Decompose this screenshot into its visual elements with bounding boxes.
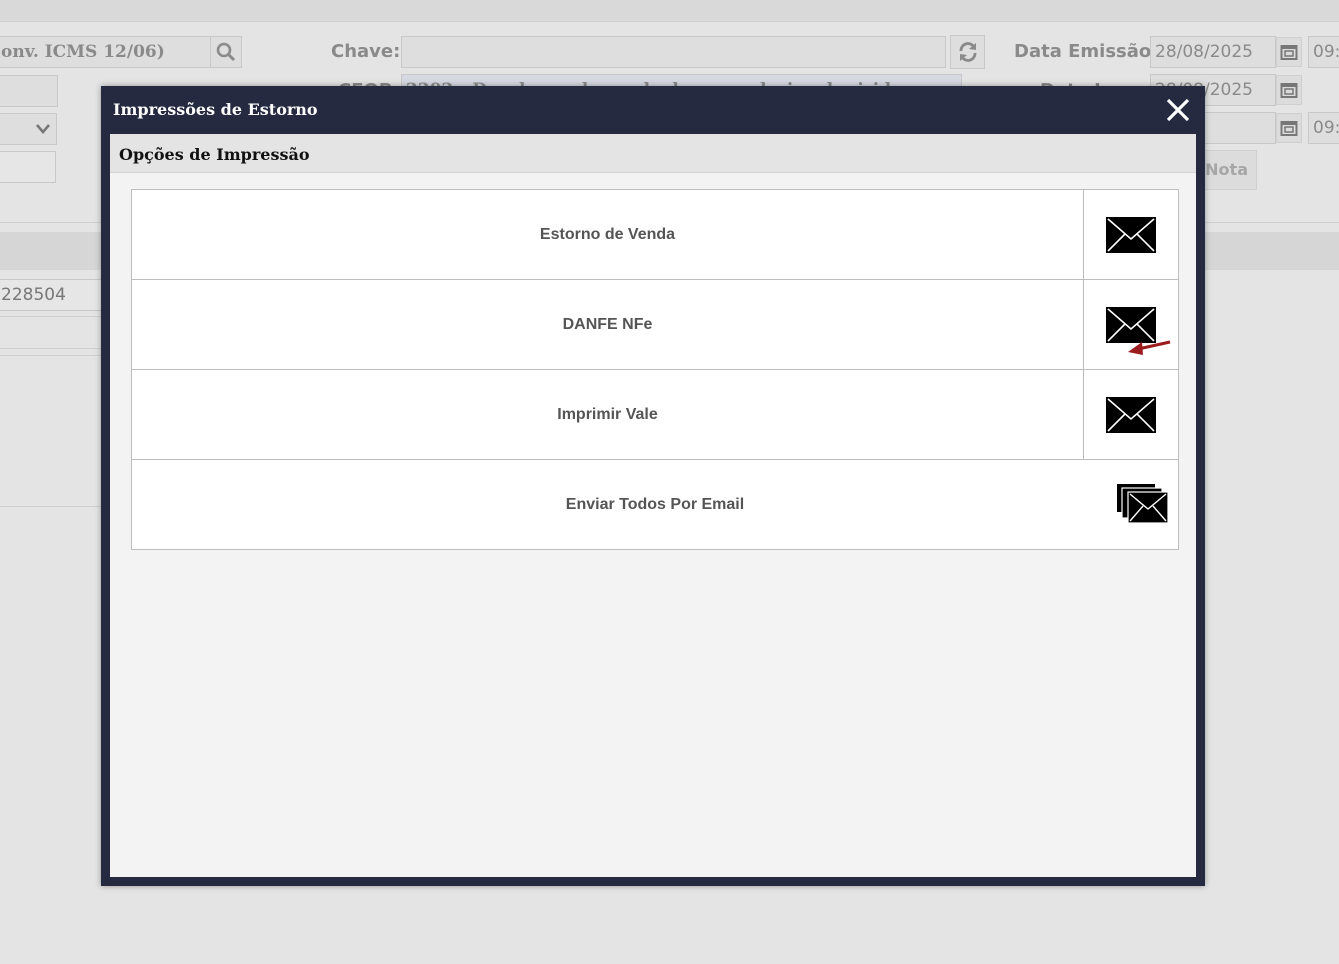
data-emissao-input[interactable]: 28/08/2025 (1150, 36, 1276, 68)
envelope-icon (1106, 396, 1156, 433)
divider (0, 348, 105, 349)
left-field-2[interactable] (0, 151, 56, 183)
option-row-enviar-email: Enviar Todos Por Email (132, 460, 1178, 549)
multi-envelope-icon[interactable] (1117, 484, 1169, 524)
calendar-button[interactable] (1276, 37, 1302, 67)
calendar-icon (1280, 83, 1298, 98)
chave-input[interactable] (401, 36, 946, 68)
hora-emissao-input[interactable]: 09: (1308, 36, 1339, 68)
option-label: Estorno de Venda (539, 225, 676, 243)
left-select[interactable] (0, 113, 57, 145)
calendar-button-3[interactable] (1276, 113, 1302, 143)
search-icon (216, 42, 236, 62)
option-label: Enviar Todos Por Email (565, 495, 745, 513)
refresh-button[interactable] (950, 35, 985, 69)
divider (0, 316, 105, 317)
left-field-1[interactable] (0, 75, 58, 107)
close-icon (1166, 98, 1190, 122)
modal-title: Impressões de Estorno (113, 100, 318, 119)
search-button[interactable] (210, 36, 242, 68)
option-row-estorno-venda: Estorno de Venda (132, 190, 1178, 280)
option-row-danfe-nfe: DANFE NFe (132, 280, 1178, 370)
refresh-icon (959, 42, 976, 62)
calendar-button-2[interactable] (1276, 75, 1302, 105)
cfop-convenio-field[interactable]: onv. ICMS 12/06) (0, 36, 211, 68)
calendar-icon (1280, 45, 1298, 60)
calendar-icon (1280, 121, 1298, 136)
print-vale-button[interactable] (1083, 370, 1178, 459)
options-table: Estorno de Venda DANFE NFe Imprimir Vale… (131, 189, 1179, 550)
option-label: Imprimir Vale (557, 405, 658, 423)
envelope-icon (1106, 216, 1156, 253)
divider (0, 355, 105, 356)
section-title: Opções de Impressão (119, 145, 310, 164)
close-button[interactable] (1162, 94, 1194, 126)
modal-body: Opções de Impressão Estorno de Venda DAN… (110, 134, 1196, 877)
grid-row-cell: 228504 (0, 279, 106, 311)
print-estorno-venda-button[interactable] (1083, 190, 1178, 279)
divider (0, 506, 105, 507)
data-emissao-label: Data Emissão: (1014, 41, 1159, 62)
print-options-modal: Impressões de Estorno Opções de Impressã… (101, 86, 1205, 886)
chave-label: Chave: (331, 41, 401, 62)
hora-3-input[interactable]: 09: (1308, 112, 1339, 144)
annotation-arrow-icon (1128, 340, 1171, 355)
chevron-down-icon (36, 124, 50, 134)
envelope-icon (1106, 306, 1156, 343)
top-bar (0, 0, 1339, 22)
option-row-imprimir-vale: Imprimir Vale (132, 370, 1178, 460)
section-header: Opções de Impressão (110, 134, 1196, 173)
option-label: DANFE NFe (562, 315, 653, 333)
